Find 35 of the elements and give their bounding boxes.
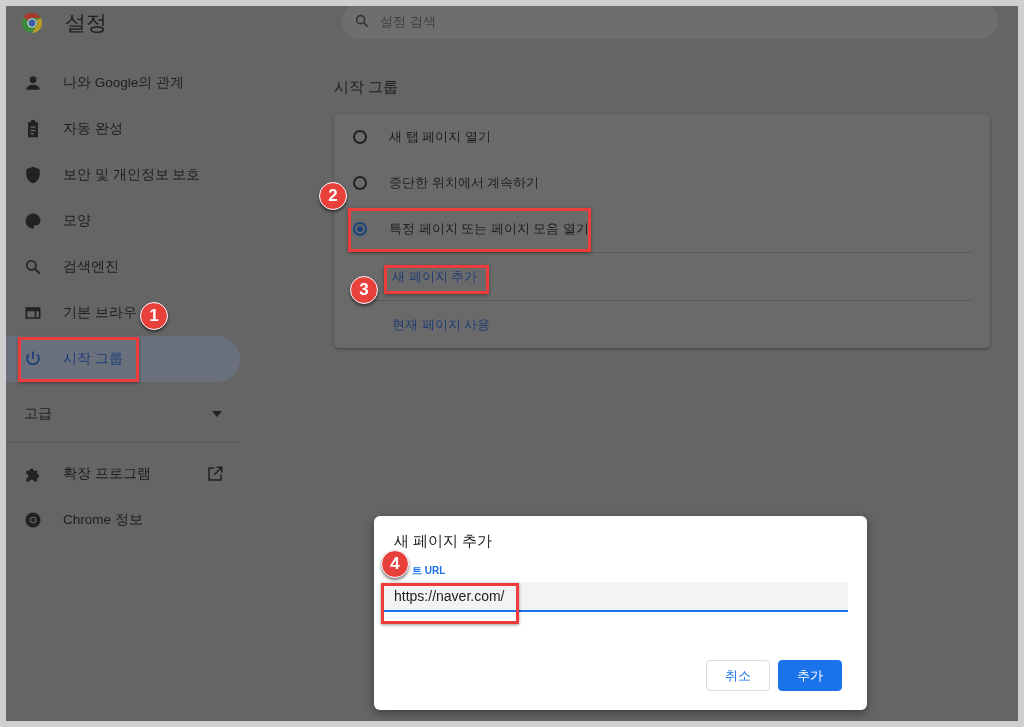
url-input-field[interactable]: https://naver.com/ <box>384 582 848 612</box>
sidebar-item[interactable]: 나와 Google의 관계 <box>6 60 185 106</box>
page-title: 설정 <box>65 10 108 36</box>
link[interactable]: 현재 페이지 사용 <box>392 315 491 334</box>
option-label: 새 탭 페이지 열기 <box>389 128 491 146</box>
sidebar-item[interactable]: 보안 및 개인정보 보호 <box>6 152 201 198</box>
section-title: 시작 그룹 <box>334 78 400 97</box>
radio-button[interactable] <box>353 130 367 144</box>
search-icon <box>354 13 370 29</box>
shield-icon <box>23 165 43 185</box>
step-number-badge: 1 <box>140 302 168 330</box>
option-label: 특정 페이지 또는 페이지 모음 열기 <box>389 220 590 238</box>
person-icon <box>23 73 43 93</box>
step-number-badge: 2 <box>319 182 347 210</box>
add-button[interactable]: 추가 <box>778 660 842 691</box>
sidebar-item[interactable]: 확장 프로그램 <box>6 451 240 497</box>
sidebar-item[interactable]: 기본 브라우 <box>6 290 137 336</box>
browser-logo-icon <box>21 12 43 34</box>
advanced-label[interactable]: 고급 <box>24 405 52 423</box>
field-label: 트 URL <box>412 565 446 576</box>
external-link-icon <box>206 465 224 483</box>
sidebar-item[interactable]: 검색엔진 <box>6 244 119 290</box>
cancel-button[interactable]: 취소 <box>706 660 770 691</box>
radio-button[interactable] <box>353 176 367 190</box>
caret-icon[interactable] <box>212 411 222 417</box>
sidebar-item[interactable]: 시작 그룹 <box>6 336 240 382</box>
option-label: 중단한 위치에서 계속하기 <box>389 174 540 192</box>
search-icon <box>23 257 43 277</box>
dialog-title: 새 페이지 추가 <box>394 532 494 551</box>
sidebar-item[interactable]: Chrome 정보 <box>6 497 240 543</box>
link[interactable]: 새 페이지 추가 <box>392 267 478 286</box>
radio-button[interactable] <box>353 222 367 236</box>
circle-logo-icon <box>23 510 43 530</box>
sidebar-item[interactable]: 모양 <box>6 198 91 244</box>
sidebar-item[interactable]: 자동 완성 <box>6 106 123 152</box>
